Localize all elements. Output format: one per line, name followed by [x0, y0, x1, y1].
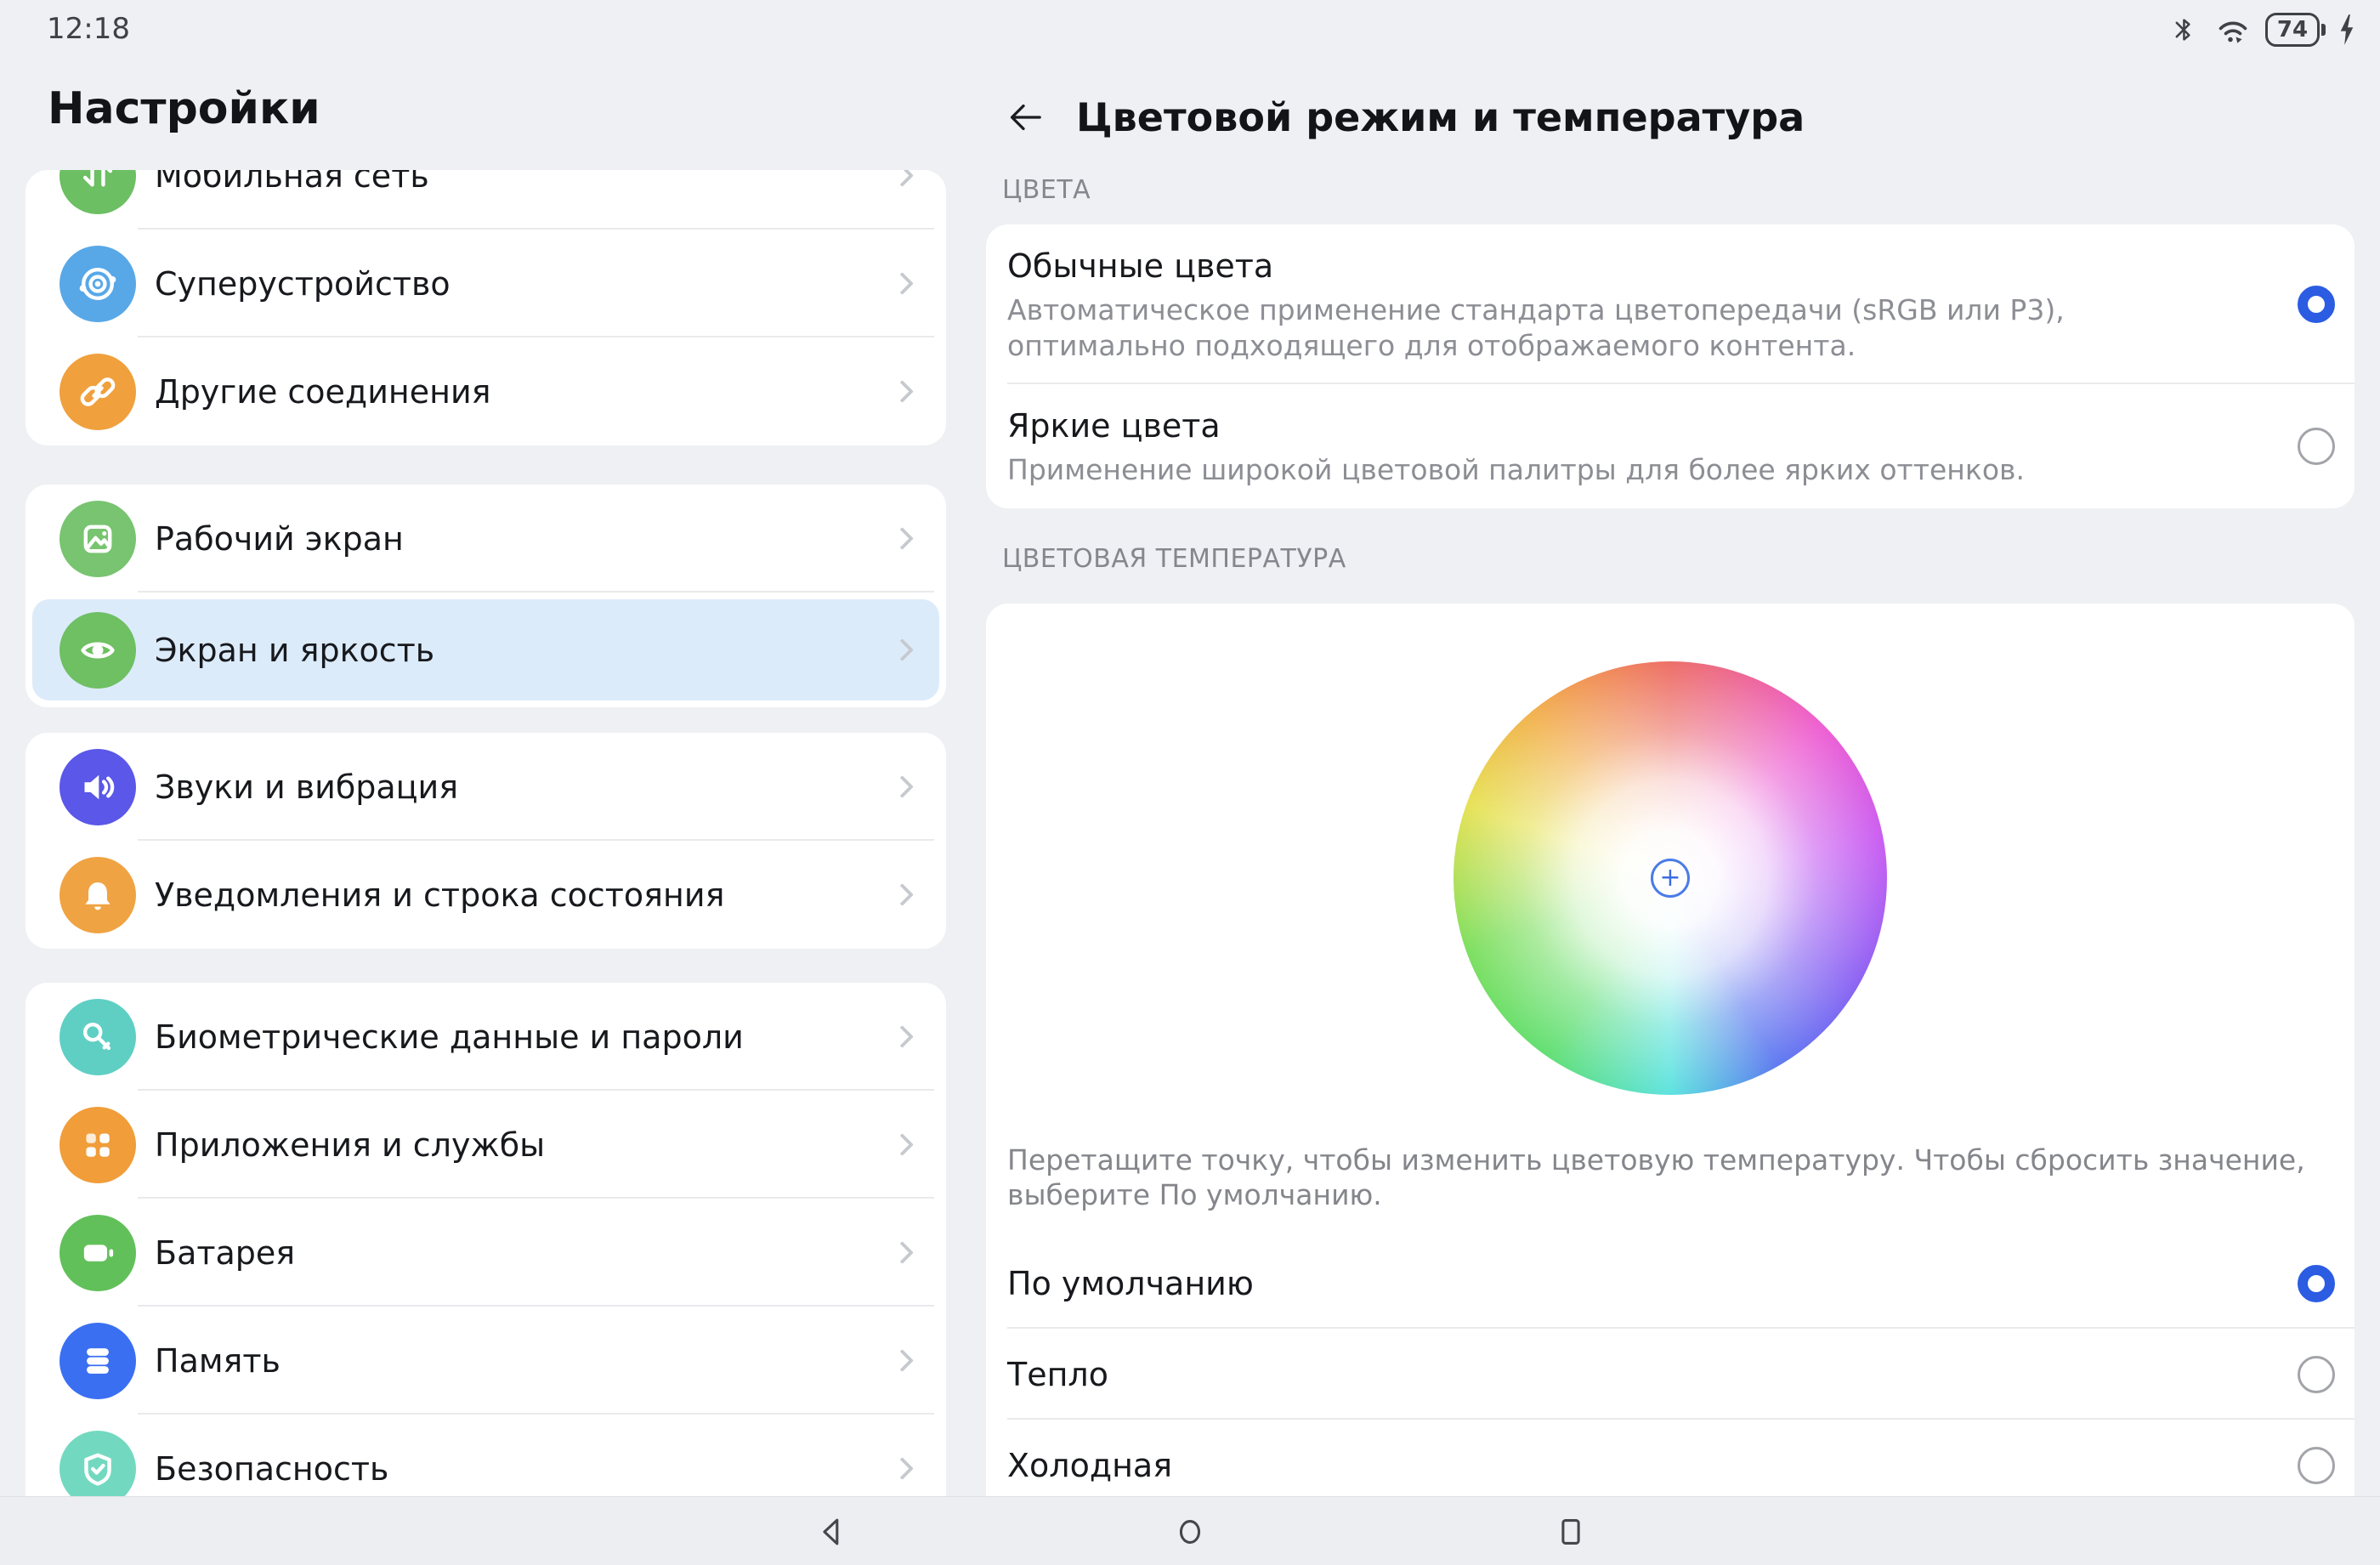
nav-home-button[interactable]: [1170, 1511, 1210, 1552]
navigation-bar: [0, 1496, 2380, 1565]
radio-default-temp[interactable]: [2298, 1265, 2335, 1302]
sidebar-item-mobile-network[interactable]: Мобильная сеть: [26, 170, 946, 230]
biometrics-icon: [60, 999, 136, 1075]
color-temperature-wheel[interactable]: +: [1454, 661, 1887, 1095]
sidebar-item-security[interactable]: Безопасность: [26, 1415, 946, 1496]
back-arrow-icon: [1004, 98, 1043, 137]
chevron-right-icon: [891, 272, 914, 295]
radio-warm-temp[interactable]: [2298, 1356, 2335, 1393]
chevron-right-icon: [891, 1133, 914, 1156]
chevron-right-icon: [891, 883, 914, 906]
option-warm-temp[interactable]: Тепло: [986, 1329, 2354, 1420]
sidebar-card-sound: Звуки и вибрация Уведомления и строка со…: [26, 733, 946, 949]
charging-icon: [2338, 14, 2356, 46]
sidebar-item-memory[interactable]: Память: [26, 1307, 946, 1415]
sidebar-item-home-screen[interactable]: Рабочий экран: [26, 485, 946, 593]
chevron-right-icon: [891, 1025, 914, 1048]
option-vivid-colors[interactable]: Яркие цвета Применение широкой цветовой …: [986, 384, 2354, 508]
super-device-icon: [60, 246, 136, 322]
main-area: Настройки Мобильная сеть Суперустройство: [0, 60, 2380, 1496]
chevron-right-icon: [891, 527, 914, 550]
display-brightness-icon: [60, 612, 136, 689]
status-bar: 12:18 74: [0, 0, 2380, 60]
sidebar-item-notifications[interactable]: Уведомления и строка состояния: [26, 841, 946, 949]
sound-vibration-icon: [60, 749, 136, 825]
color-mode-card: Обычные цвета Автоматическое применение …: [986, 224, 2354, 508]
detail-title: Цветовой режим и температура: [1076, 94, 1805, 140]
battery-settings-icon: [60, 1215, 136, 1291]
radio-cold-temp[interactable]: [2298, 1447, 2335, 1484]
battery-indicator: 74: [2265, 13, 2326, 47]
detail-header: Цветовой режим и температура: [986, 85, 2354, 150]
battery-percent: 74: [2265, 13, 2320, 47]
detail-pane: Цветовой режим и температура ЦВЕТА Обычн…: [986, 60, 2354, 1496]
sidebar-item-biometrics[interactable]: Биометрические данные и пароли: [26, 983, 946, 1091]
clock: 12:18: [47, 12, 130, 46]
settings-sidebar: Настройки Мобильная сеть Суперустройство: [26, 60, 946, 1496]
battery-nub: [2321, 24, 2326, 36]
option-default-temp[interactable]: По умолчанию: [986, 1238, 2354, 1329]
color-temperature-card: + Перетащите точку, чтобы изменить цвето…: [986, 604, 2354, 1496]
sidebar-card-connections: Мобильная сеть Суперустройство Другие со…: [26, 170, 946, 445]
option-cold-temp[interactable]: Холодная: [986, 1420, 2354, 1496]
nav-home-circle-icon: [1170, 1512, 1210, 1551]
sidebar-item-battery[interactable]: Батарея: [26, 1199, 946, 1307]
nav-recents-square-icon: [1551, 1512, 1590, 1551]
page-title: Настройки: [48, 83, 946, 170]
chevron-right-icon: [891, 170, 914, 187]
chevron-right-icon: [891, 1349, 914, 1372]
chevron-right-icon: [891, 1241, 914, 1264]
sidebar-item-other-connections[interactable]: Другие соединения: [26, 337, 946, 445]
mobile-network-icon: [60, 170, 136, 214]
wifi-icon: [2213, 10, 2253, 49]
bluetooth-icon: [2167, 10, 2201, 49]
radio-vivid-colors[interactable]: [2298, 428, 2335, 465]
sidebar-item-sound-vibration[interactable]: Звуки и вибрация: [26, 733, 946, 841]
chevron-right-icon: [891, 775, 914, 798]
sidebar-item-apps-services[interactable]: Приложения и службы: [26, 1091, 946, 1199]
chevron-right-icon: [891, 1457, 914, 1480]
chevron-right-icon: [891, 380, 914, 403]
section-header-temperature: ЦВЕТОВАЯ ТЕМПЕРАТУРА: [1002, 544, 2354, 576]
wheel-hint-text: Перетащите точку, чтобы изменить цветову…: [1007, 1143, 2333, 1212]
home-screen-icon: [60, 501, 136, 577]
nav-recents-button[interactable]: [1550, 1511, 1591, 1552]
wheel-marker[interactable]: +: [1651, 859, 1690, 898]
sidebar-item-super-device[interactable]: Суперустройство: [26, 230, 946, 337]
nav-back-triangle-icon: [813, 1512, 853, 1551]
memory-icon: [60, 1323, 136, 1399]
sidebar-card-security: Биометрические данные и пароли Приложени…: [26, 983, 946, 1496]
apps-services-icon: [60, 1107, 136, 1183]
option-normal-colors[interactable]: Обычные цвета Автоматическое применение …: [986, 224, 2354, 384]
sidebar-card-display: Рабочий экран Экран и яркость: [26, 485, 946, 707]
other-connections-icon: [60, 354, 136, 430]
security-shield-icon: [60, 1431, 136, 1497]
back-button[interactable]: [1000, 94, 1047, 141]
radio-normal-colors[interactable]: [2298, 286, 2335, 323]
sidebar-item-display-brightness[interactable]: Экран и яркость: [26, 593, 946, 707]
section-header-colors: ЦВЕТА: [1002, 175, 2354, 207]
nav-back-button[interactable]: [813, 1511, 853, 1552]
selected-item-highlight: Экран и яркость: [32, 599, 939, 700]
chevron-right-icon: [891, 638, 914, 661]
notifications-icon: [60, 857, 136, 933]
